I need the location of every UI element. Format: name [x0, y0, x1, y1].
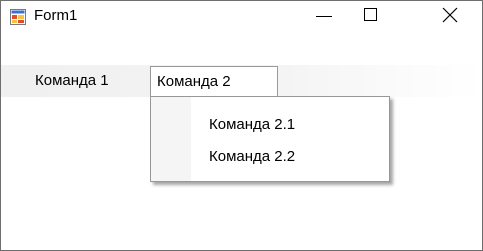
window-title: Form1: [34, 7, 78, 24]
menu-bar: Команда 1 Команда 2: [1, 65, 482, 97]
app-window: Form1 Команда 1 Команда 2 Команда 2.1 Ко…: [0, 0, 483, 251]
minimize-icon: [316, 16, 332, 17]
close-icon: [442, 7, 458, 23]
maximize-icon: [364, 8, 377, 21]
minimize-button[interactable]: [302, 1, 348, 31]
menu-item-command-2[interactable]: Команда 2: [150, 66, 278, 97]
dropdown-menu: Команда 2.1 Команда 2.2: [150, 96, 390, 182]
maximize-button[interactable]: [348, 1, 394, 31]
dropdown-item-command-2-1[interactable]: Команда 2.1: [151, 111, 389, 139]
app-icon[interactable]: [10, 9, 26, 25]
close-button[interactable]: [436, 1, 482, 31]
title-bar[interactable]: Form1: [1, 1, 482, 31]
menu-item-command-1[interactable]: Команда 1: [29, 65, 141, 97]
dropdown-item-command-2-2[interactable]: Команда 2.2: [151, 143, 389, 171]
